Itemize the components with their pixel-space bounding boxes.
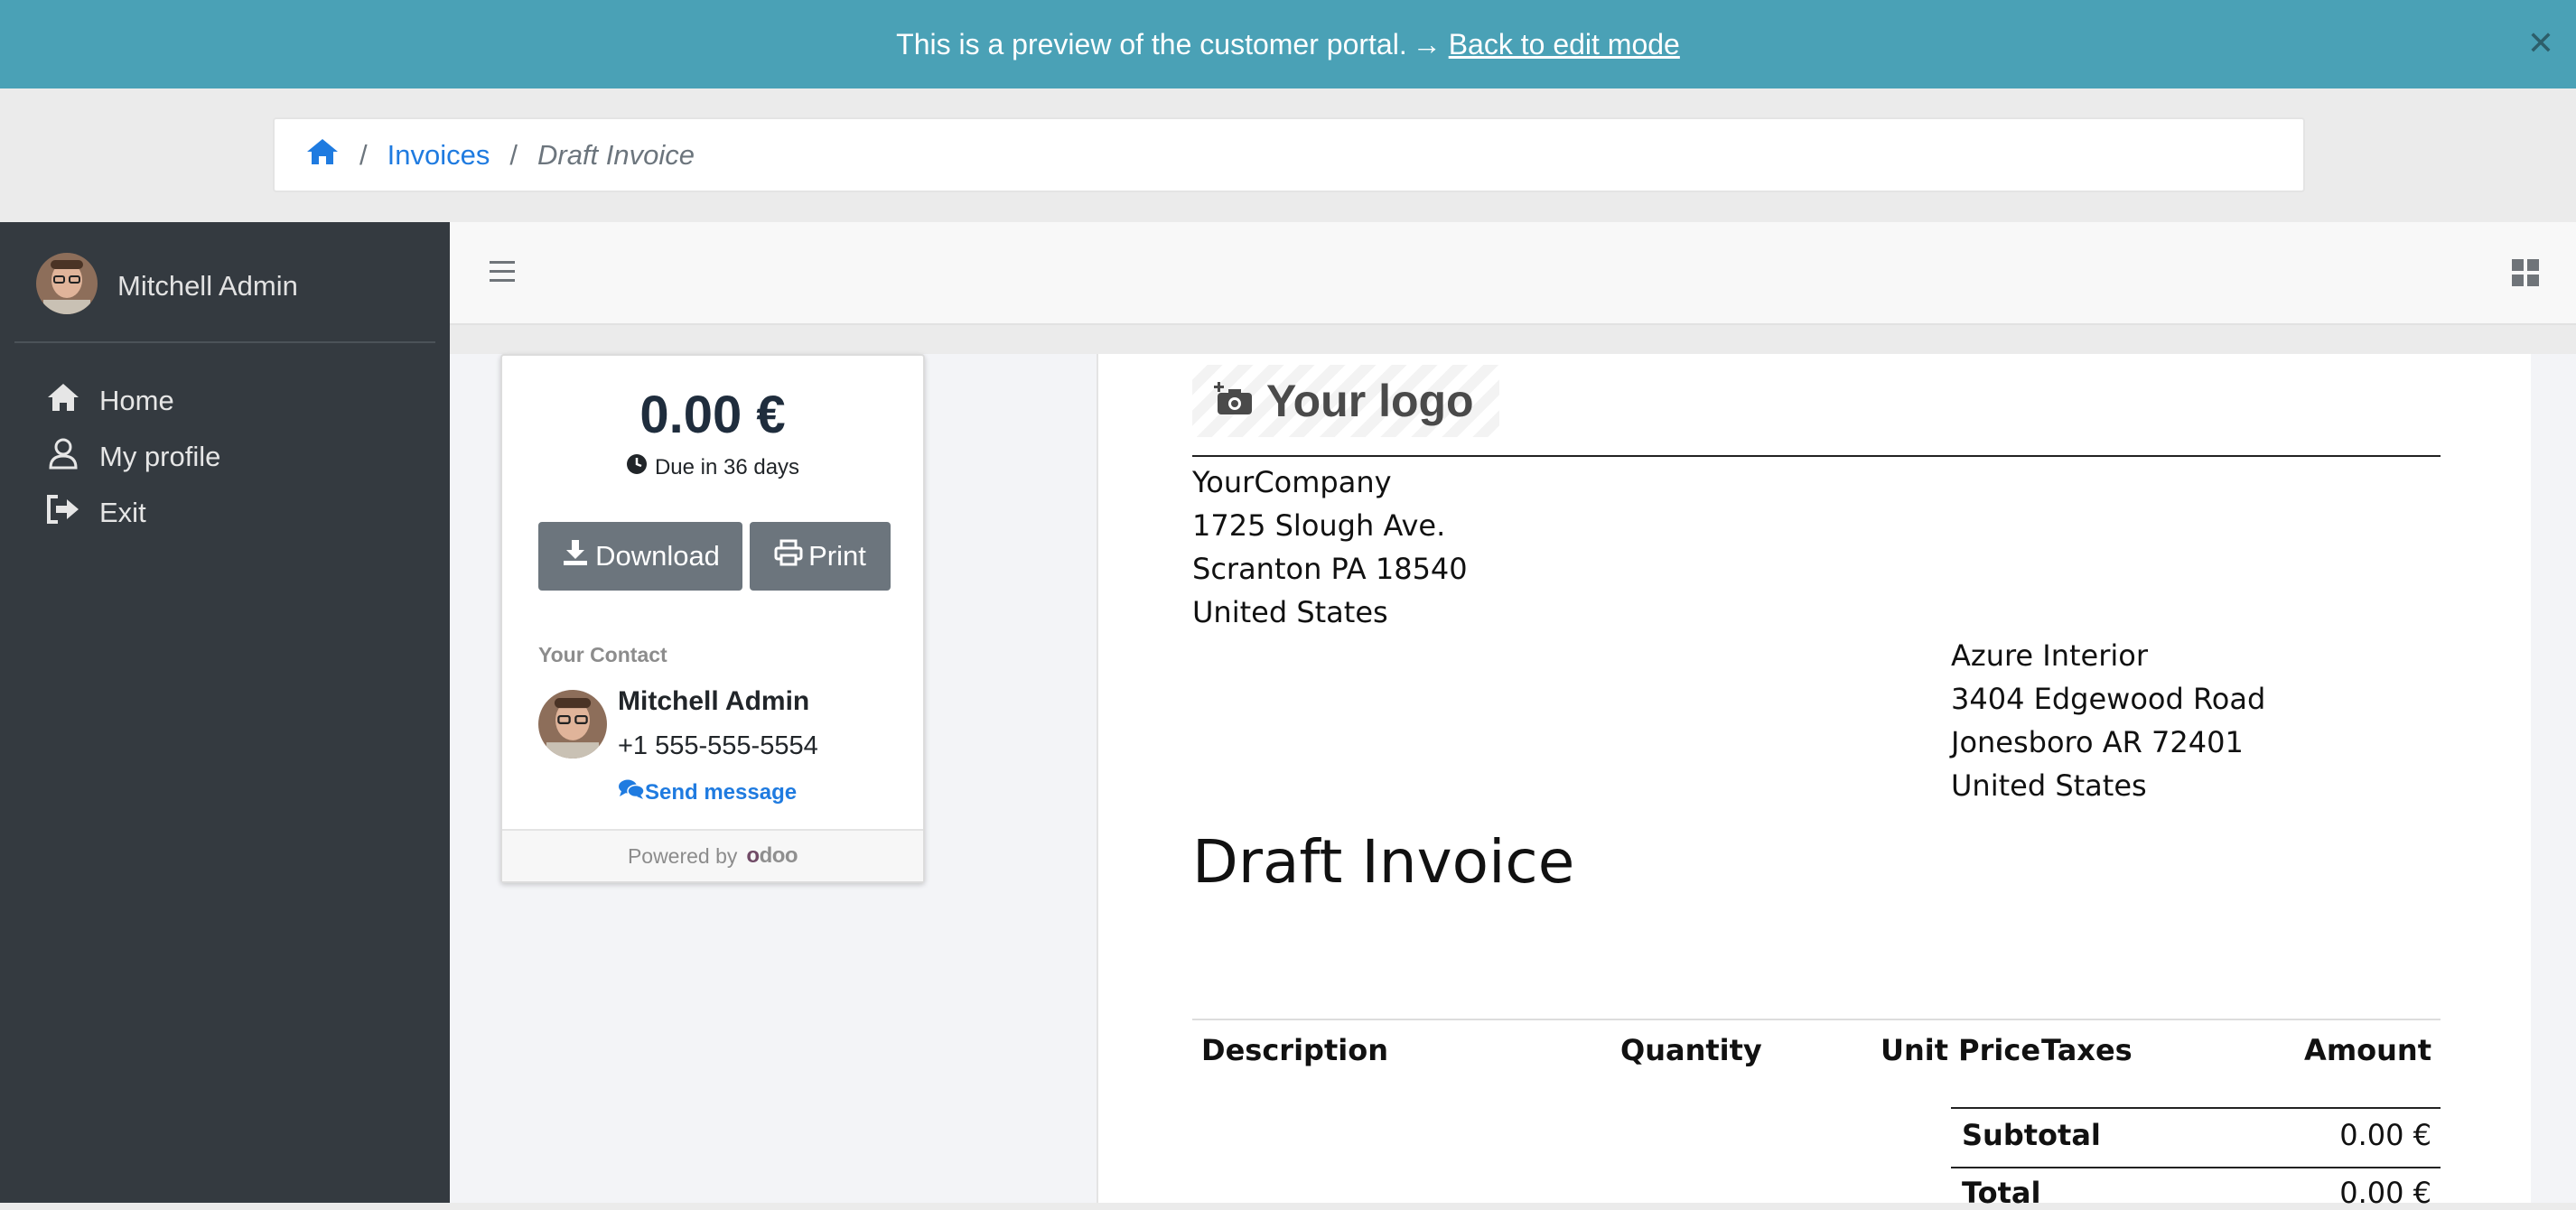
preview-banner: This is a preview of the customer portal… <box>0 0 2576 88</box>
print-label: Print <box>808 540 866 572</box>
column-amount: Amount <box>2304 1033 2431 1067</box>
card-footer: Powered by odoo <box>502 829 923 881</box>
company-address: YourCompany 1725 Slough Ave. Scranton PA… <box>1192 461 1468 634</box>
download-button[interactable]: Download <box>538 522 742 591</box>
grid-icon[interactable] <box>2511 258 2540 287</box>
due-text: Due in 36 days <box>654 454 800 479</box>
sidebar-item-label: Home <box>99 385 174 416</box>
banner-text: This is a preview of the customer portal… <box>896 27 1407 60</box>
sidebar-user-name: Mitchell Admin <box>117 269 298 302</box>
send-message-label: Send message <box>645 779 798 805</box>
subtotal-value: 0.00 € <box>2339 1118 2431 1152</box>
address-line: Azure Interior <box>1951 638 2149 673</box>
home-icon[interactable] <box>305 137 340 173</box>
column-unit-price: Unit Price <box>1881 1033 2041 1067</box>
header-divider <box>1192 455 2441 457</box>
top-bar <box>450 222 2576 325</box>
camera-plus-icon <box>1214 381 1254 421</box>
contact-phone: +1 555-555-5554 <box>618 731 818 760</box>
breadcrumb-invoices[interactable]: Invoices <box>387 139 490 172</box>
logo-placeholder[interactable]: Your logo <box>1192 365 1499 437</box>
table-divider <box>1192 1019 2441 1020</box>
close-icon[interactable]: ✕ <box>2527 25 2554 61</box>
due-date: Due in 36 days <box>502 453 923 481</box>
logo-text: Your logo <box>1266 376 1474 426</box>
breadcrumb-current: Draft Invoice <box>537 138 695 171</box>
address-line: 3404 Edgewood Road <box>1951 682 2266 716</box>
address-line: United States <box>1951 768 2147 803</box>
subtotal-label: Subtotal <box>1962 1118 2101 1152</box>
sidebar-item-label: Exit <box>99 497 146 528</box>
print-icon <box>774 539 808 573</box>
avatar <box>538 690 607 763</box>
powered-by-text: Powered by <box>627 843 738 868</box>
user-icon <box>45 437 99 477</box>
breadcrumb-separator: / <box>509 138 518 171</box>
sidebar-divider <box>14 341 435 343</box>
menu-icon[interactable] <box>488 258 517 285</box>
breadcrumb: / Invoices / Draft Invoice <box>273 117 2305 192</box>
invoice-title: Draft Invoice <box>1192 827 1575 897</box>
invoice-document: Your logo YourCompany 1725 Slough Ave. S… <box>1097 354 2531 1210</box>
avatar <box>36 253 98 319</box>
back-to-edit-link[interactable]: Back to edit mode <box>1449 28 1680 61</box>
subtotal-divider <box>1951 1107 2441 1109</box>
download-icon <box>561 538 595 574</box>
send-message-link[interactable]: Send message <box>618 778 797 806</box>
column-description: Description <box>1201 1033 1388 1067</box>
comments-icon <box>618 778 645 806</box>
column-taxes: Taxes <box>2041 1033 2133 1067</box>
sign-out-icon <box>45 493 99 533</box>
amount-due: 0.00 € <box>639 386 786 444</box>
address-line: Scranton PA 18540 <box>1192 552 1468 586</box>
column-quantity: Quantity <box>1620 1033 1762 1067</box>
sidebar: Mitchell Admin Home My profile Exit <box>0 222 450 1203</box>
sidebar-item-label: My profile <box>99 441 221 472</box>
address-line: United States <box>1192 595 1388 629</box>
total-label: Total <box>1962 1176 2041 1210</box>
total-divider <box>1951 1167 2441 1168</box>
home-icon <box>45 381 99 421</box>
odoo-logo[interactable]: odoo <box>746 843 798 869</box>
download-label: Download <box>595 540 720 572</box>
contact-label: Your Contact <box>538 643 667 666</box>
address-line: YourCompany <box>1192 465 1392 499</box>
sidebar-item-home[interactable]: Home <box>45 381 174 421</box>
clock-icon <box>626 453 655 481</box>
arrow-right-icon: → <box>1412 27 1442 60</box>
print-button[interactable]: Print <box>750 522 891 591</box>
sidebar-user[interactable]: Mitchell Admin <box>36 253 298 319</box>
customer-address: Azure Interior 3404 Edgewood Road Jonesb… <box>1951 634 2265 807</box>
address-line: 1725 Slough Ave. <box>1192 508 1446 543</box>
sidebar-item-my-profile[interactable]: My profile <box>45 437 220 477</box>
total-value: 0.00 € <box>2339 1176 2431 1210</box>
invoice-summary-card: 0.00 € Due in 36 days Download Print You… <box>500 354 925 883</box>
breadcrumb-separator: / <box>359 138 368 171</box>
contact-name: Mitchell Admin <box>618 686 810 716</box>
address-line: Jonesboro AR 72401 <box>1951 725 2244 759</box>
sidebar-item-exit[interactable]: Exit <box>45 493 146 533</box>
